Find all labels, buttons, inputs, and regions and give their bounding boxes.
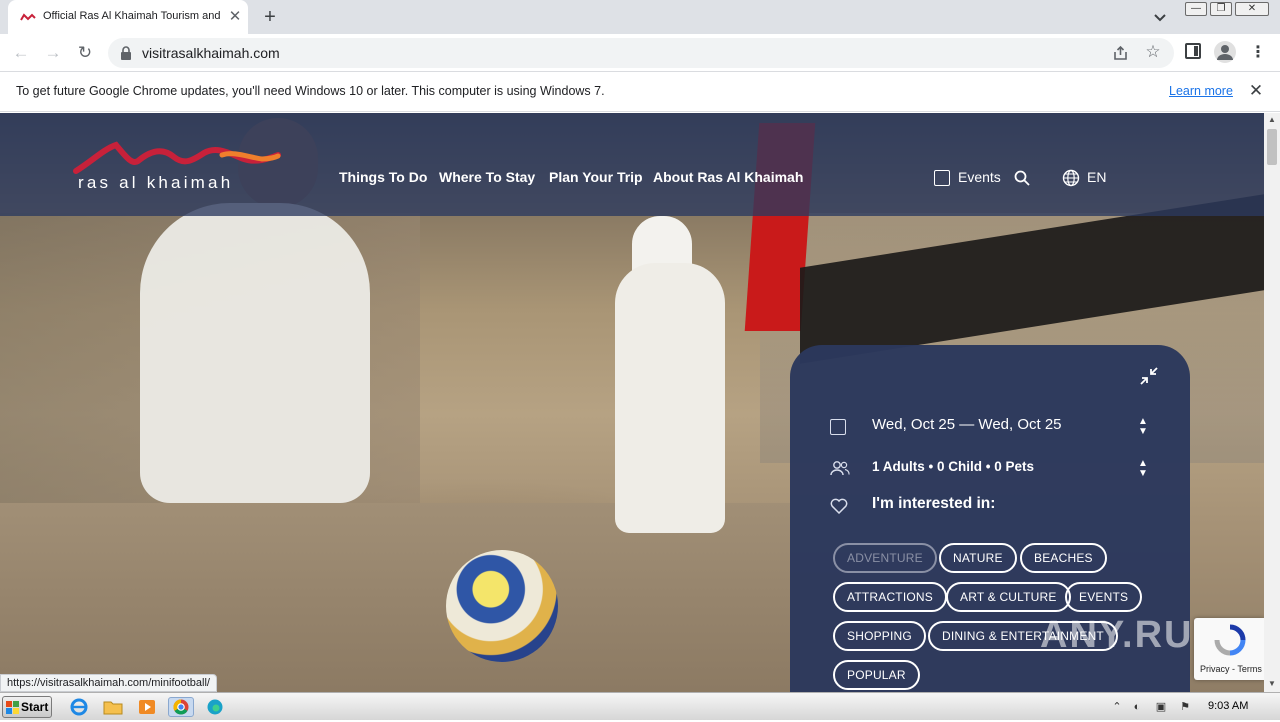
chip-adventure[interactable]: ADVENTURE — [833, 543, 937, 573]
search-icon[interactable] — [1014, 170, 1030, 186]
globe-icon[interactable] — [1062, 169, 1080, 187]
heart-icon — [830, 498, 848, 514]
language-selector[interactable]: EN — [1087, 169, 1106, 185]
address-bar[interactable]: visitrasalkhaimah.com ☆ — [108, 38, 1174, 68]
window-restore-button[interactable]: ❐ — [1210, 2, 1232, 16]
window-minimize-button[interactable]: — — [1185, 2, 1207, 16]
tab-title: Official Ras Al Khaimah Tourism and V — [43, 10, 223, 22]
reload-icon[interactable]: ↻ — [74, 42, 96, 64]
link-status-bubble: https://visitrasalkhaimah.com/minifootba… — [0, 674, 217, 692]
hero-man — [140, 203, 370, 503]
scroll-down-icon[interactable]: ▼ — [1268, 679, 1276, 688]
media-player-icon[interactable] — [136, 697, 158, 717]
profile-avatar-icon[interactable] — [1214, 41, 1236, 63]
interest-label: I'm interested in: — [872, 495, 996, 512]
back-arrow-icon[interactable]: ← — [10, 42, 32, 64]
chip-events[interactable]: EVENTS — [1065, 582, 1143, 612]
date-range-field[interactable]: Wed, Oct 25 — Wed, Oct 25 — [872, 416, 1062, 433]
taskbar-clock[interactable]: 9:03 AM — [1208, 700, 1248, 712]
window-close-button[interactable]: ✕ — [1235, 2, 1269, 16]
football — [446, 550, 558, 662]
ie-icon[interactable] — [68, 697, 90, 717]
edge-icon[interactable] — [204, 697, 226, 717]
start-label: Start — [21, 700, 49, 714]
start-button[interactable]: Start — [2, 696, 52, 718]
chrome-icon[interactable] — [168, 697, 194, 717]
collapse-icon[interactable] — [1138, 365, 1160, 387]
events-link[interactable]: Events — [958, 169, 1001, 185]
logo-wordmark: ras al khaimah — [78, 173, 234, 192]
hero-boy — [615, 263, 725, 533]
guests-icon — [830, 461, 850, 476]
scroll-thumb[interactable] — [1267, 129, 1277, 165]
browser-menu-icon[interactable]: ⋮ — [1250, 42, 1266, 64]
browser-tab[interactable]: Official Ras Al Khaimah Tourism and V ✕ — [8, 0, 248, 34]
nav-things-to-do[interactable]: Things To Do — [339, 169, 427, 185]
tab-close-icon[interactable]: ✕ — [226, 8, 244, 26]
update-infobar: To get future Google Chrome updates, you… — [0, 72, 1280, 112]
new-tab-button[interactable]: + — [258, 6, 282, 28]
windows-logo-icon — [6, 701, 19, 714]
guests-stepper-icon[interactable]: ▲ ▼ — [1137, 459, 1149, 481]
url-text[interactable]: visitrasalkhaimah.com — [142, 45, 280, 61]
nav-plan-your-trip[interactable]: Plan Your Trip — [549, 169, 643, 185]
volume-icon[interactable]: ◐ — [1130, 700, 1144, 714]
windows-taskbar: Start ⌃ ◐ ▣ ⚑ 9:03 AM — [0, 692, 1280, 720]
nav-where-to-stay[interactable]: Where To Stay — [439, 169, 535, 185]
lock-icon — [121, 46, 131, 60]
chip-nature[interactable]: NATURE — [939, 543, 1017, 573]
site-header: ras al khaimah Things To Do Where To Sta… — [0, 113, 1264, 216]
chip-shopping[interactable]: SHOPPING — [833, 621, 926, 651]
recaptcha-icon — [1214, 624, 1246, 656]
recaptcha-links[interactable]: Privacy - Terms — [1200, 664, 1262, 674]
infobar-message: To get future Google Chrome updates, you… — [16, 84, 605, 98]
side-panel-icon[interactable] — [1185, 43, 1201, 59]
page-scrollbar[interactable]: ▲ ▼ — [1264, 113, 1280, 692]
chip-attractions[interactable]: ATTRACTIONS — [833, 582, 947, 612]
calendar-icon[interactable] — [934, 170, 950, 186]
date-stepper-icon[interactable]: ▲ ▼ — [1137, 417, 1149, 439]
action-center-flag-icon[interactable]: ⚑ — [1178, 700, 1192, 714]
forward-arrow-icon[interactable]: → — [42, 42, 64, 64]
network-icon[interactable]: ▣ — [1154, 700, 1168, 714]
chip-popular[interactable]: POPULAR — [833, 660, 920, 690]
page-viewport: ras al khaimah Things To Do Where To Sta… — [0, 113, 1264, 692]
bookmark-star-icon[interactable]: ☆ — [1144, 43, 1162, 61]
rak-favicon-icon — [20, 13, 36, 21]
chip-beaches[interactable]: BEACHES — [1020, 543, 1107, 573]
chip-art-culture[interactable]: ART & CULTURE — [946, 582, 1071, 612]
recaptcha-badge[interactable]: Privacy - Terms — [1194, 618, 1264, 680]
infobar-close-icon[interactable]: ✕ — [1246, 81, 1266, 101]
nav-about-ras-al-khaimah[interactable]: About Ras Al Khaimah — [653, 169, 803, 185]
scroll-up-icon[interactable]: ▲ — [1268, 115, 1276, 124]
guests-field[interactable]: 1 Adults • 0 Child • 0 Pets — [872, 459, 1034, 474]
folder-icon[interactable] — [102, 697, 124, 717]
browser-tab-strip: Official Ras Al Khaimah Tourism and V ✕ … — [0, 0, 1280, 34]
calendar-icon — [830, 419, 846, 435]
browser-toolbar: ← → ↻ visitrasalkhaimah.com ☆ ⋮ — [0, 34, 1280, 72]
tab-search-chevron-icon[interactable] — [1150, 8, 1170, 26]
share-icon[interactable] — [1112, 44, 1130, 62]
tray-expand-icon[interactable]: ⌃ — [1110, 700, 1124, 714]
learn-more-link[interactable]: Learn more — [1169, 84, 1233, 98]
